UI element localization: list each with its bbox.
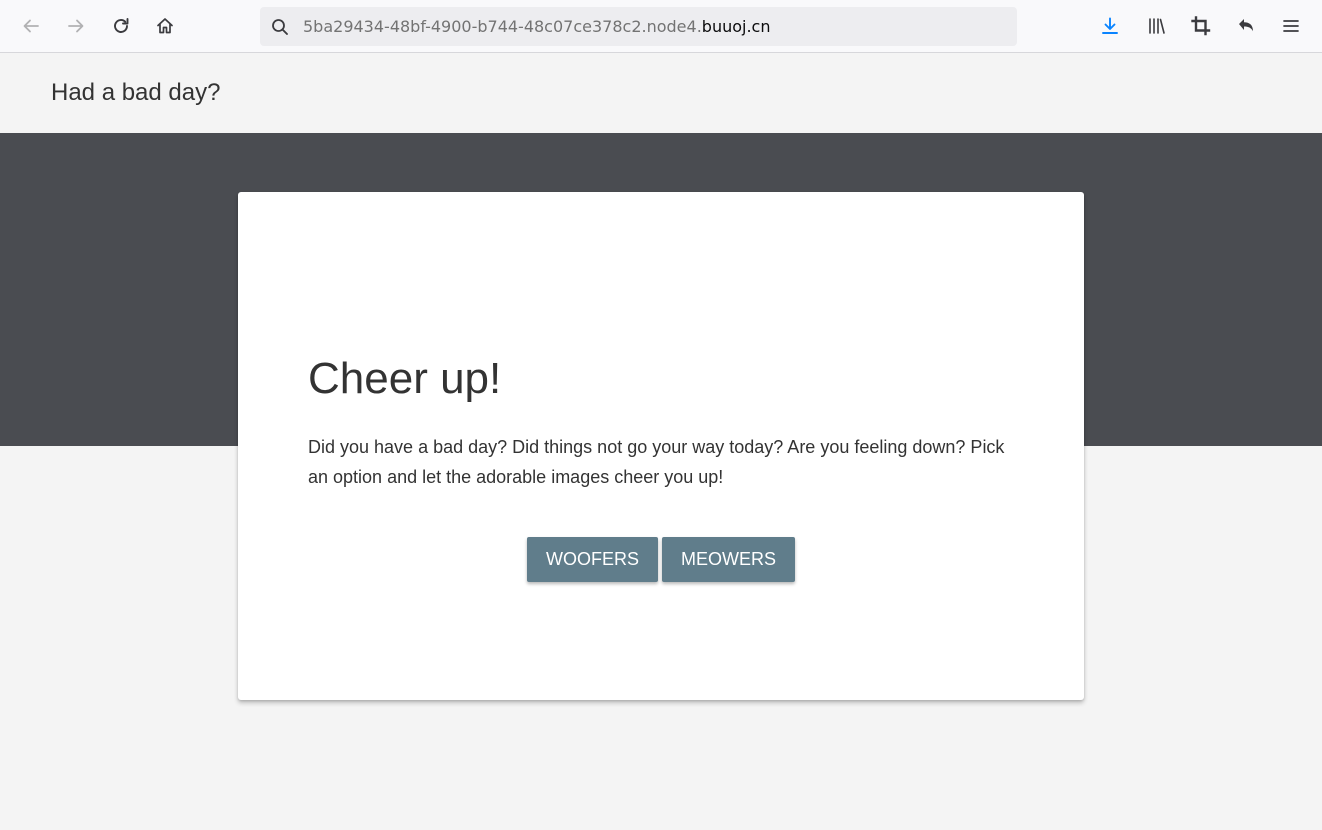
screenshot-button[interactable] <box>1188 13 1214 39</box>
search-icon <box>272 19 288 35</box>
meowers-button[interactable]: MEOWERS <box>662 537 795 582</box>
browser-toolbar: 5ba29434-48bf-4900-b744-48c07ce378c2.nod… <box>0 0 1322 53</box>
cheer-up-card: Cheer up! Did you have a bad day? Did th… <box>238 192 1084 700</box>
downloads-button[interactable] <box>1097 13 1123 39</box>
arrow-right-icon <box>68 19 84 33</box>
card-description: Did you have a bad day? Did things not g… <box>308 437 1005 487</box>
url-domain: buuoj.cn <box>701 17 771 36</box>
back-button[interactable] <box>17 12 45 40</box>
card-heading: Cheer up! <box>308 354 502 403</box>
undo-button[interactable] <box>1233 13 1259 39</box>
home-icon <box>157 18 173 34</box>
reload-icon <box>114 18 129 33</box>
library-button[interactable] <box>1143 13 1169 39</box>
arrow-left-icon <box>23 19 39 33</box>
forward-button[interactable] <box>62 12 90 40</box>
url-bar[interactable]: 5ba29434-48bf-4900-b744-48c07ce378c2.nod… <box>260 7 1017 46</box>
crop-icon <box>1191 16 1211 36</box>
url-text[interactable]: 5ba29434-48bf-4900-b744-48c07ce378c2.nod… <box>303 17 770 37</box>
download-icon <box>1102 17 1118 34</box>
site-header: Had a bad day? <box>0 54 1322 133</box>
option-buttons: WOOFERS MEOWERS <box>527 537 795 582</box>
home-button[interactable] <box>151 12 179 40</box>
url-subdomain: 5ba29434-48bf-4900-b744-48c07ce378c2.nod… <box>303 17 702 36</box>
woofers-button[interactable]: WOOFERS <box>527 537 658 582</box>
undo-arrow-icon <box>1239 19 1253 32</box>
library-icon <box>1149 18 1165 34</box>
menu-button[interactable] <box>1278 13 1304 39</box>
hamburger-menu-icon <box>1283 20 1299 32</box>
reload-button[interactable] <box>107 12 135 40</box>
site-title: Had a bad day? <box>51 79 221 106</box>
